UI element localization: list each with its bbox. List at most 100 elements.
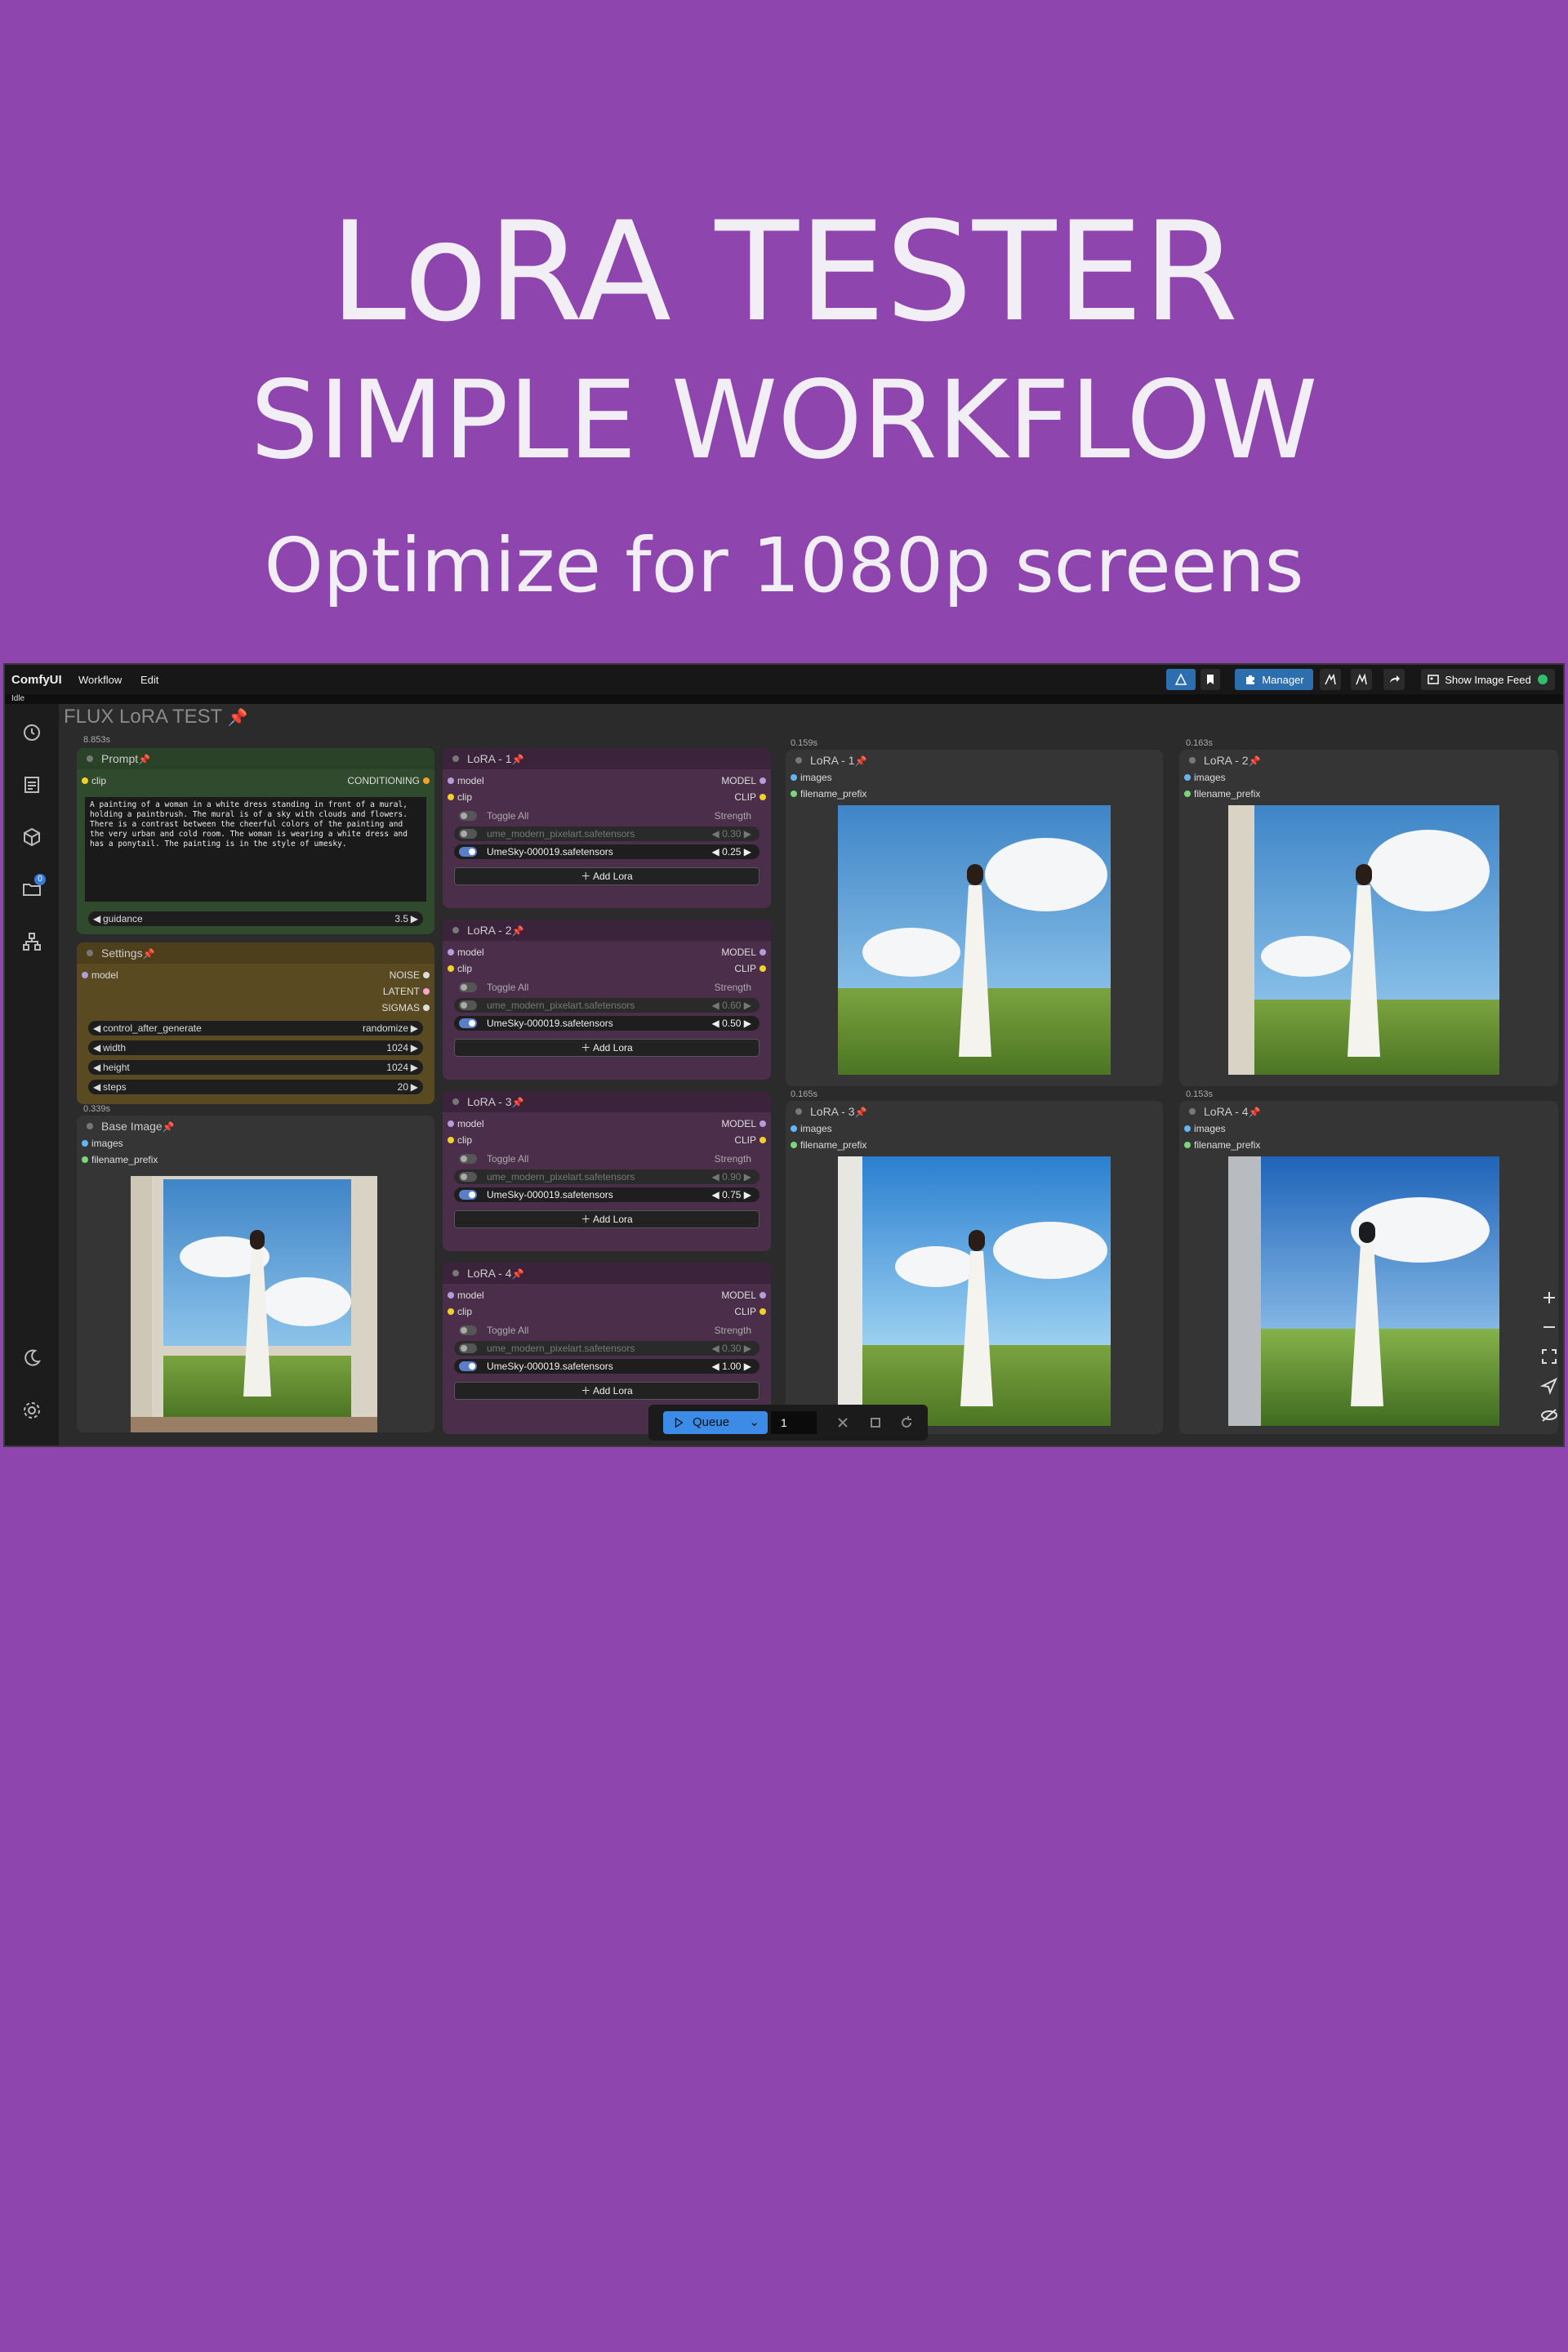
clip-input-dot[interactable]	[448, 794, 454, 800]
height-widget[interactable]: ◀ height 1024 ▶	[88, 1060, 423, 1075]
clip-output-dot[interactable]	[760, 965, 766, 972]
model-input-dot[interactable]	[448, 949, 454, 956]
select-mode-icon[interactable]	[1539, 1375, 1560, 1396]
lora-b-toggle[interactable]	[459, 1190, 477, 1200]
toggle-all-switch[interactable]	[459, 982, 477, 992]
filename-prefix-dot[interactable]	[791, 1142, 797, 1148]
chevron-down-icon[interactable]: ⌄	[749, 1411, 760, 1434]
history-icon[interactable]	[21, 722, 42, 743]
lora-a-strength[interactable]: ◀ 0.30 ▶	[712, 1341, 751, 1356]
control-after-generate-widget[interactable]: ◀ control_after_generate randomize ▶	[88, 1021, 423, 1036]
clip-input-dot[interactable]	[448, 965, 454, 972]
filename-prefix-dot[interactable]	[791, 791, 797, 797]
lora-a-strength[interactable]: ◀ 0.90 ▶	[712, 1169, 751, 1184]
decrement-arrow-icon[interactable]: ◀	[93, 1021, 100, 1036]
decrement-arrow-icon[interactable]: ◀	[93, 1060, 100, 1075]
width-widget[interactable]: ◀ width 1024 ▶	[88, 1040, 423, 1055]
hide-links-icon[interactable]	[1539, 1405, 1560, 1426]
bookmark-button[interactable]	[1200, 669, 1220, 690]
noise-output-dot[interactable]	[423, 972, 430, 978]
increment-arrow-icon[interactable]: ▶	[411, 1080, 418, 1094]
settings-node[interactable]: Settings📌 model NOISE LATENT SIGMAS ◀ co…	[77, 942, 434, 1104]
images-input-dot[interactable]	[1184, 774, 1191, 781]
lora-a-name[interactable]: ume_modern_pixelart.safetensors	[487, 1341, 635, 1356]
lora-b-name[interactable]: UmeSky-000019.safetensors	[487, 1016, 613, 1031]
increment-arrow-icon[interactable]: ▶	[411, 911, 418, 926]
guidance-widget[interactable]: ◀ guidance 3.5 ▶	[88, 911, 423, 926]
model-output-dot[interactable]	[760, 1120, 766, 1127]
lora-a-toggle[interactable]	[459, 1000, 477, 1010]
lora-node-3[interactable]: LoRA - 3📌 model MODEL clip CLIP Toggle A…	[443, 1091, 771, 1251]
lora-b-toggle[interactable]	[459, 847, 477, 857]
increment-arrow-icon[interactable]: ▶	[411, 1060, 418, 1075]
filename-prefix-dot[interactable]	[1184, 791, 1191, 797]
lora-b-strength[interactable]: ◀ 1.00 ▶	[712, 1359, 751, 1374]
theme-toggle-icon[interactable]	[21, 1348, 42, 1369]
model-output-dot[interactable]	[760, 949, 766, 956]
lora-node-title[interactable]: LoRA - 2📌	[443, 920, 771, 941]
add-lora-button[interactable]: ＋ Add Lora	[454, 867, 760, 885]
output-node-title[interactable]: LoRA - 1📌	[786, 750, 1163, 771]
clip-output-dot[interactable]	[760, 1308, 766, 1315]
model-output-dot[interactable]	[760, 777, 766, 784]
clip-input-dot[interactable]	[448, 1308, 454, 1315]
decrement-arrow-icon[interactable]: ◀	[93, 1080, 100, 1094]
share-button-2[interactable]	[1351, 669, 1372, 690]
lora-b-name[interactable]: UmeSky-000019.safetensors	[487, 1187, 613, 1202]
images-input-dot[interactable]	[82, 1140, 88, 1147]
show-image-feed-button[interactable]: Show Image Feed	[1421, 669, 1555, 690]
lora-a-toggle[interactable]	[459, 1172, 477, 1182]
lora-node-title[interactable]: LoRA - 3📌	[443, 1091, 771, 1112]
add-lora-button[interactable]: ＋ Add Lora	[454, 1039, 760, 1057]
output-node-title[interactable]: LoRA - 4📌	[1179, 1101, 1558, 1122]
zoom-out-icon[interactable]	[1539, 1316, 1560, 1338]
clip-output-dot[interactable]	[760, 1137, 766, 1143]
output-node-2[interactable]: LoRA - 2📌 images filename_prefix	[1179, 750, 1558, 1086]
lora-a-row[interactable]: ume_modern_pixelart.safetensors ◀ 0.30 ▶	[454, 826, 760, 841]
clip-input-dot[interactable]	[82, 777, 88, 784]
queue-list-icon[interactable]	[21, 774, 42, 795]
images-input-dot[interactable]	[791, 774, 797, 781]
filename-prefix-dot[interactable]	[82, 1156, 88, 1163]
sigmas-output-dot[interactable]	[423, 1004, 430, 1011]
lora-node-title[interactable]: LoRA - 4📌	[443, 1263, 771, 1284]
lora-b-strength[interactable]: ◀ 0.50 ▶	[712, 1016, 751, 1031]
refresh-icon[interactable]	[898, 1414, 915, 1431]
share-button-1[interactable]	[1320, 669, 1341, 690]
filename-prefix-dot[interactable]	[1184, 1142, 1191, 1148]
queue-button[interactable]: Queue ⌄	[663, 1411, 768, 1434]
lora-b-row[interactable]: UmeSky-000019.safetensors ◀ 0.25 ▶	[454, 844, 760, 859]
clip-input-dot[interactable]	[448, 1137, 454, 1143]
base-image-title[interactable]: Base Image📌	[77, 1116, 434, 1137]
base-image-node[interactable]: Base Image📌 images filename_prefix	[77, 1116, 434, 1432]
images-input-dot[interactable]	[791, 1125, 797, 1132]
lora-a-toggle[interactable]	[459, 829, 477, 839]
lora-b-toggle[interactable]	[459, 1018, 477, 1028]
lora-a-name[interactable]: ume_modern_pixelart.safetensors	[487, 826, 635, 841]
increment-arrow-icon[interactable]: ▶	[411, 1040, 418, 1055]
decrement-arrow-icon[interactable]: ◀	[93, 911, 100, 926]
add-lora-button[interactable]: ＋ Add Lora	[454, 1210, 760, 1228]
model-input-dot[interactable]	[448, 777, 454, 784]
toggle-all-switch[interactable]	[459, 811, 477, 821]
workspace-button[interactable]	[1166, 669, 1196, 690]
menu-edit[interactable]: Edit	[140, 674, 158, 686]
close-icon[interactable]	[835, 1414, 851, 1431]
node-library-icon[interactable]	[21, 931, 42, 952]
output-node-3[interactable]: LoRA - 3📌 images filename_prefix	[786, 1101, 1163, 1434]
lora-a-name[interactable]: ume_modern_pixelart.safetensors	[487, 998, 635, 1013]
lora-b-strength[interactable]: ◀ 0.25 ▶	[712, 844, 751, 859]
zoom-in-icon[interactable]	[1539, 1287, 1560, 1308]
prompt-textarea[interactable]: A painting of a woman in a white dress s…	[85, 797, 426, 902]
model-input-dot[interactable]	[448, 1120, 454, 1127]
decrement-arrow-icon[interactable]: ◀	[93, 1040, 100, 1055]
lora-a-strength[interactable]: ◀ 0.30 ▶	[712, 826, 751, 841]
batch-count-input[interactable]: 1	[771, 1411, 817, 1434]
manager-button[interactable]: Manager	[1235, 669, 1313, 690]
lora-b-row[interactable]: UmeSky-000019.safetensors ◀ 0.50 ▶	[454, 1016, 760, 1031]
add-lora-button[interactable]: ＋ Add Lora	[454, 1382, 760, 1400]
stop-icon[interactable]	[867, 1414, 884, 1431]
lora-node-title[interactable]: LoRA - 1📌	[443, 748, 771, 769]
toggle-all-row[interactable]: Toggle All Strength	[454, 1152, 760, 1166]
lora-a-row[interactable]: ume_modern_pixelart.safetensors ◀ 0.30 ▶	[454, 1341, 760, 1356]
